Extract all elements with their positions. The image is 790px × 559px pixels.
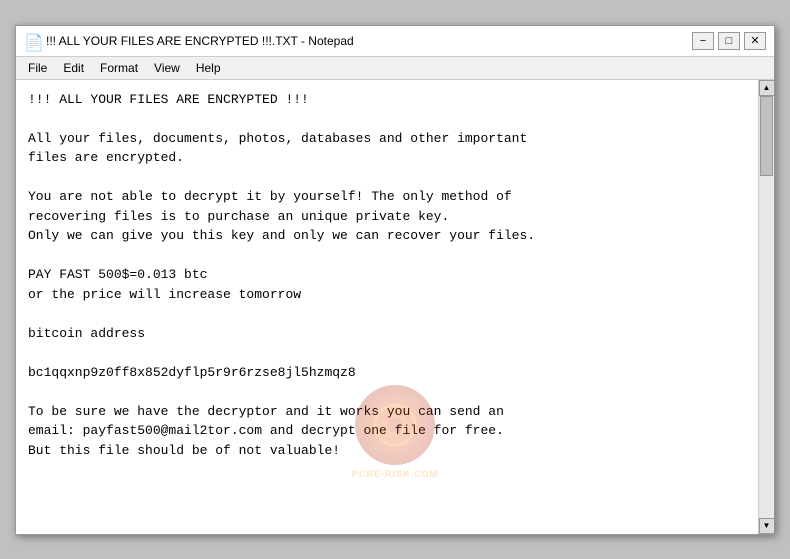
menu-view[interactable]: View [146,59,188,77]
menu-help[interactable]: Help [188,59,229,77]
maximize-button[interactable]: □ [718,32,740,50]
window-controls: − □ ✕ [692,32,766,50]
scroll-track[interactable] [759,96,774,518]
scroll-up-button[interactable]: ▲ [759,80,775,96]
scroll-down-button[interactable]: ▼ [759,518,775,534]
scroll-thumb[interactable] [760,96,773,176]
title-bar: 📄 !!! ALL YOUR FILES ARE ENCRYPTED !!!.T… [16,26,774,57]
window-icon: 📄 [24,33,40,49]
content-wrapper: !!! ALL YOUR FILES ARE ENCRYPTED !!! All… [16,80,774,534]
menu-file[interactable]: File [20,59,55,77]
menu-bar: File Edit Format View Help [16,57,774,80]
close-button[interactable]: ✕ [744,32,766,50]
menu-edit[interactable]: Edit [55,59,92,77]
window-title: !!! ALL YOUR FILES ARE ENCRYPTED !!!.TXT… [46,34,692,48]
vertical-scrollbar[interactable]: ▲ ▼ [758,80,774,534]
menu-format[interactable]: Format [92,59,146,77]
notepad-window: 📄 !!! ALL YOUR FILES ARE ENCRYPTED !!!.T… [15,25,775,535]
text-editor[interactable]: !!! ALL YOUR FILES ARE ENCRYPTED !!! All… [16,80,758,534]
minimize-button[interactable]: − [692,32,714,50]
